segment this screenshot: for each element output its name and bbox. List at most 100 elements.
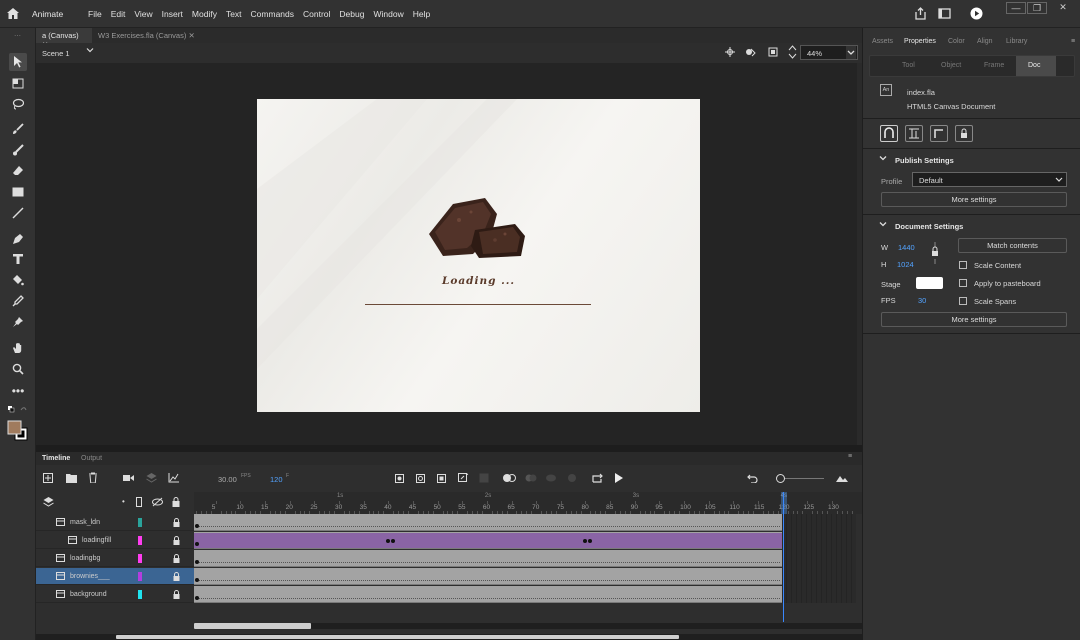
menu-item-help[interactable]: Help — [413, 9, 430, 19]
keyframe[interactable] — [195, 542, 199, 546]
layer-color-swatch[interactable] — [138, 572, 142, 581]
timeline-hscroll[interactable] — [194, 623, 862, 629]
layer-color-swatch[interactable] — [138, 536, 142, 545]
graph-icon[interactable] — [168, 473, 179, 483]
restore-button[interactable]: ❐ — [1027, 2, 1047, 14]
text-tool-icon[interactable] — [9, 250, 27, 268]
doc-tab-active[interactable]: a (Canvas) ✕ — [36, 28, 92, 49]
layer-row[interactable]: background — [36, 586, 194, 603]
frame-ruler[interactable]: 5 10 15 20 25 30 35 40 45 50 55 60 65 70 75 80 85 90 95 100… — [194, 492, 862, 514]
menu-item-modify[interactable]: Modify — [192, 9, 217, 19]
tween-icon[interactable] — [458, 473, 469, 483]
menu-item-file[interactable]: File — [88, 9, 102, 19]
scene-dropdown-icon[interactable] — [86, 46, 94, 54]
layers-icon[interactable] — [43, 497, 54, 507]
profile-select[interactable]: Default — [912, 172, 1067, 187]
frame-row[interactable] — [194, 514, 787, 531]
panel-tab-properties[interactable]: Properties — [904, 38, 936, 45]
current-frame[interactable]: 120 — [270, 475, 283, 484]
match-contents-button[interactable]: Match contents — [958, 238, 1067, 253]
line-tool-icon[interactable] — [9, 204, 27, 222]
motion-tween-span[interactable] — [194, 533, 392, 548]
playhead-line[interactable] — [782, 492, 784, 622]
share-icon[interactable] — [914, 7, 927, 20]
pin-tool-icon[interactable] — [9, 313, 27, 331]
subtab-object[interactable]: Object — [941, 62, 961, 69]
transform-tool-icon[interactable] — [9, 74, 27, 92]
frame-row[interactable] — [194, 550, 787, 567]
mountain-icon[interactable] — [836, 474, 848, 482]
layer-row[interactable]: loadingfill — [36, 532, 194, 549]
height-value[interactable]: 1024 — [897, 260, 914, 269]
document-more-settings-button[interactable]: More settings — [881, 312, 1067, 327]
close-tab-icon[interactable]: ✕ — [188, 31, 194, 40]
bottom-scrollbar[interactable] — [36, 634, 862, 640]
layer-row[interactable]: brownies___ — [36, 568, 194, 585]
menu-item-view[interactable]: View — [134, 9, 152, 19]
brush-tool-icon[interactable] — [9, 120, 27, 138]
lock-all-icon[interactable] — [172, 497, 180, 507]
zoom-select[interactable]: 44% — [800, 45, 858, 60]
layer-depth-icon[interactable] — [146, 473, 157, 483]
doc-tab[interactable]: W3 Exercises.fla (Canvas) ✕ — [92, 28, 210, 43]
lock-icon[interactable] — [955, 125, 973, 142]
menu-item-edit[interactable]: Edit — [111, 9, 126, 19]
subtab-tool[interactable]: Tool — [902, 62, 915, 69]
zoom-slider[interactable] — [776, 474, 826, 483]
camera-icon[interactable] — [123, 474, 134, 482]
close-button[interactable]: ✕ — [1053, 2, 1073, 14]
loop-icon[interactable] — [592, 473, 604, 483]
blank-keyframe-icon[interactable] — [416, 474, 425, 483]
test-movie-icon[interactable] — [970, 7, 983, 20]
menu-item-text[interactable]: Text — [226, 9, 242, 19]
layer-lock-icon[interactable] — [173, 554, 180, 563]
chevron-down-icon[interactable] — [879, 154, 887, 162]
panel-menu-icon[interactable]: ≡ — [848, 453, 852, 460]
tab-timeline[interactable]: Timeline — [42, 455, 70, 462]
zoom-stepper-icon[interactable] — [788, 44, 797, 60]
width-value[interactable]: 1440 — [898, 243, 915, 252]
layer-color-swatch[interactable] — [138, 554, 142, 563]
delete-icon[interactable] — [88, 472, 98, 483]
insert-frame-icon[interactable] — [437, 474, 446, 483]
layer-row[interactable]: mask_ldn — [36, 514, 194, 531]
frame-row[interactable] — [194, 532, 787, 549]
stage-color-swatch[interactable] — [916, 277, 943, 289]
subtab-frame[interactable]: Frame — [984, 62, 1004, 69]
layer-lock-icon[interactable] — [173, 518, 180, 527]
panel-tab-align[interactable]: Align — [977, 38, 993, 45]
motion-tween-span[interactable] — [391, 533, 589, 548]
menu-item-control[interactable]: Control — [303, 9, 330, 19]
tab-output[interactable]: Output — [81, 455, 102, 462]
more-tools-icon[interactable]: ••• — [9, 382, 27, 400]
publish-more-settings-button[interactable]: More settings — [881, 192, 1067, 207]
lasso-tool-icon[interactable] — [9, 95, 27, 113]
eye-hidden-icon[interactable] — [152, 497, 163, 507]
layer-lock-icon[interactable] — [173, 572, 180, 581]
menu-item-window[interactable]: Window — [373, 9, 403, 19]
layer-row[interactable]: loadingbg — [36, 550, 194, 567]
minimize-button[interactable]: — — [1006, 2, 1026, 14]
stage-canvas[interactable]: Loading ... — [257, 99, 700, 412]
eraser-tool-icon[interactable] — [9, 162, 27, 180]
menu-item-insert[interactable]: Insert — [162, 9, 183, 19]
panel-tab-library[interactable]: Library — [1006, 38, 1027, 45]
align-icon[interactable] — [905, 125, 923, 142]
scale-content-checkbox[interactable] — [959, 261, 967, 269]
layer-lock-icon[interactable] — [173, 590, 180, 599]
swap-colors-icon[interactable] — [8, 406, 28, 414]
link-icon[interactable] — [931, 242, 939, 264]
eyedropper-tool-icon[interactable] — [9, 292, 27, 310]
hand-tool-icon[interactable] — [9, 339, 27, 357]
onion-skin-icon[interactable] — [503, 473, 516, 483]
playhead-marker[interactable] — [780, 492, 787, 514]
fps-value[interactable]: 30.00 — [218, 475, 237, 484]
layer-color-swatch[interactable] — [138, 518, 142, 527]
motion-tween-span[interactable] — [588, 533, 786, 548]
apply-pasteboard-checkbox[interactable] — [959, 279, 967, 287]
fps-field[interactable]: 30 — [918, 296, 926, 305]
new-layer-icon[interactable] — [43, 473, 53, 483]
home-icon[interactable] — [7, 8, 19, 19]
symbol-icon[interactable] — [745, 47, 756, 58]
undo-icon[interactable] — [747, 474, 758, 483]
